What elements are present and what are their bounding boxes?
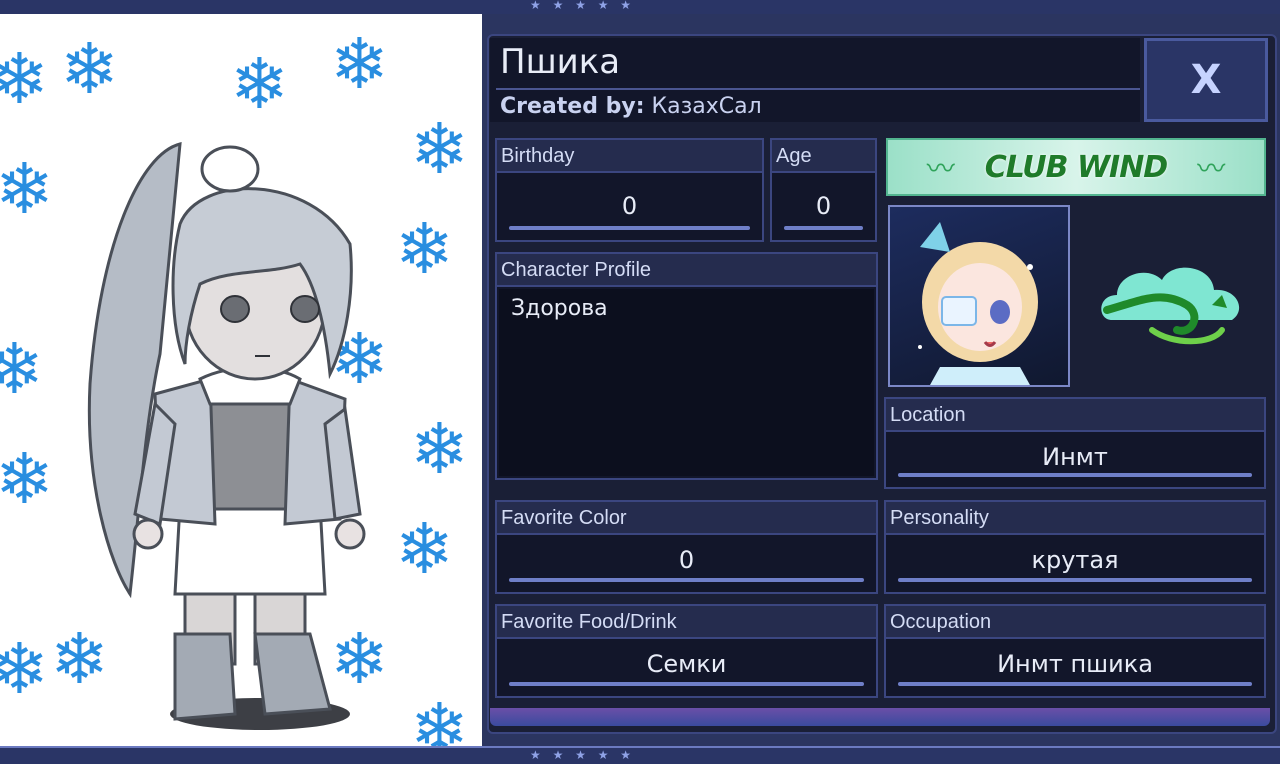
- snowflake-icon: ❄: [60, 28, 119, 110]
- snowflake-icon: ❄: [395, 508, 454, 590]
- favorite-color-underline: [509, 578, 864, 582]
- character-name: Пшика: [500, 42, 621, 82]
- occupation-value: Инмт пшика: [997, 650, 1153, 678]
- snowflake-icon: ❄: [0, 438, 54, 520]
- birthday-label: Birthday: [497, 140, 762, 173]
- location-field[interactable]: Location Инмт: [884, 397, 1266, 489]
- occupation-field[interactable]: Occupation Инмт пшика: [884, 604, 1266, 698]
- snowflake-icon: ❄: [410, 108, 469, 190]
- age-field[interactable]: Age 0: [770, 138, 877, 242]
- favorite-food-underline: [509, 682, 864, 686]
- character-figure: [87, 142, 366, 730]
- club-banner: 〰 CLUB WIND 〰: [886, 138, 1266, 196]
- profile-field[interactable]: Character Profile Здорова: [495, 252, 878, 480]
- stars-decor: ★ ★ ★ ★ ★: [530, 0, 636, 12]
- wind-swirl-icon: 〰: [926, 152, 955, 185]
- age-underline: [784, 226, 863, 230]
- occupation-label: Occupation: [886, 606, 1264, 639]
- occupation-underline: [898, 682, 1252, 686]
- profile-value: Здорова: [511, 296, 608, 321]
- creator-name: КазахСал: [651, 94, 762, 119]
- panel-bottom-strip: [490, 708, 1270, 726]
- snowflake-icon: ❄: [395, 208, 454, 290]
- location-underline: [898, 473, 1252, 477]
- snowflake-icon: ❄: [330, 23, 389, 105]
- personality-value: крутая: [1031, 546, 1119, 574]
- club-name: CLUB WIND: [984, 149, 1168, 185]
- profile-label: Character Profile: [497, 254, 876, 287]
- location-value: Инмт: [1042, 443, 1108, 471]
- stars-decor: ★ ★ ★ ★ ★: [530, 748, 636, 762]
- close-button[interactable]: X: [1144, 38, 1268, 122]
- birthday-field[interactable]: Birthday 0: [495, 138, 764, 242]
- favorite-color-value: 0: [678, 546, 695, 574]
- favorite-color-label: Favorite Color: [497, 502, 876, 535]
- character-avatar: [888, 205, 1070, 387]
- favorite-food-label: Favorite Food/Drink: [497, 606, 876, 639]
- snowflake-icon: ❄: [0, 148, 54, 230]
- snowflake-icon: ❄: [410, 688, 469, 748]
- wind-cloud-icon: [1101, 267, 1240, 345]
- age-label: Age: [772, 140, 875, 173]
- avatar-art: [918, 222, 1038, 385]
- personality-underline: [898, 578, 1252, 582]
- personality-field[interactable]: Personality крутая: [884, 500, 1266, 594]
- bottom-decor-bar: ★ ★ ★ ★ ★: [0, 746, 1280, 764]
- snowflake-icon: ❄: [410, 408, 469, 490]
- character-preview: ❄ ❄ ❄ ❄ ❄ ❄ ❄ ❄ ❄ ❄ ❄ ❄ ❄ ❄ ❄ ❄: [0, 14, 482, 748]
- snowflake-icon: ❄: [0, 328, 44, 410]
- snowflake-icon: ❄: [230, 43, 289, 125]
- close-icon: X: [1190, 57, 1222, 103]
- favorite-food-field[interactable]: Favorite Food/Drink Семки: [495, 604, 878, 698]
- wind-swirl-icon: 〰: [1197, 152, 1226, 185]
- birthday-value: 0: [621, 192, 638, 220]
- personality-label: Personality: [886, 502, 1264, 535]
- snowflake-icon: ❄: [0, 628, 49, 710]
- title-divider: [496, 88, 1140, 90]
- favorite-color-field[interactable]: Favorite Color 0: [495, 500, 878, 594]
- birthday-underline: [509, 226, 750, 230]
- age-value: 0: [815, 192, 832, 220]
- created-by-label: Created by:: [500, 94, 645, 119]
- location-label: Location: [886, 399, 1264, 432]
- snowflake-icon: ❄: [0, 38, 49, 120]
- favorite-food-value: Семки: [646, 650, 727, 678]
- creator-line: Created by: КазахСал: [500, 94, 762, 119]
